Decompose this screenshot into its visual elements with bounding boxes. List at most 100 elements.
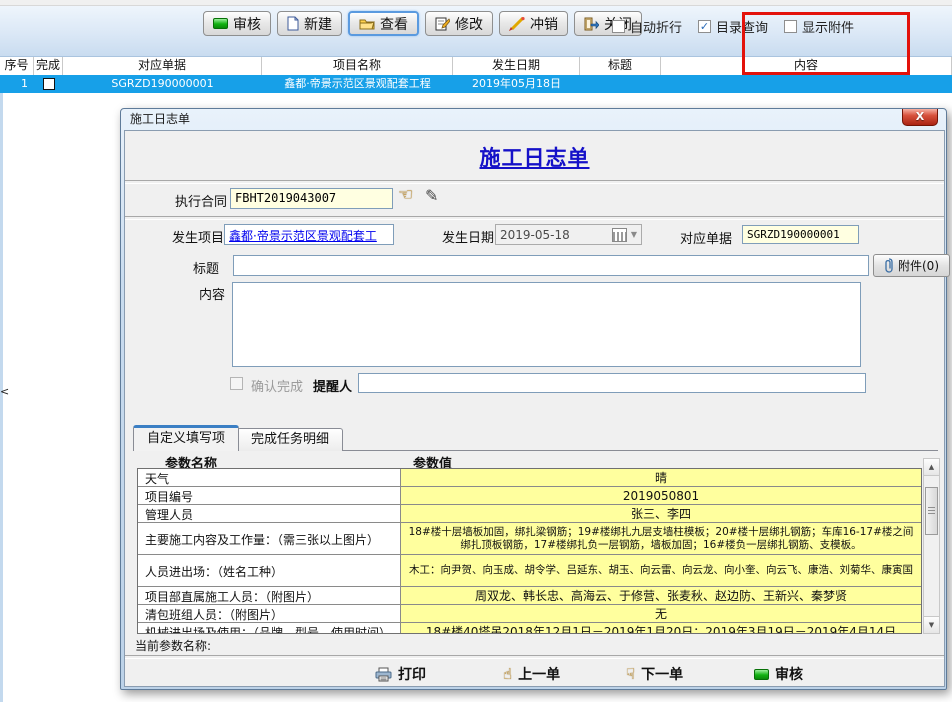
param-value[interactable]: 18#楼十层墙板加固，绑扎梁钢筋；19#楼绑扎九层支墙柱模板；20#楼十层绑扎钢… bbox=[401, 523, 921, 554]
paperclip-icon bbox=[884, 258, 894, 273]
attachment-button[interactable]: 附件(0) bbox=[873, 254, 950, 277]
param-name: 管理人员 bbox=[138, 505, 401, 522]
button-label: 查看 bbox=[380, 14, 408, 34]
separator bbox=[125, 216, 944, 220]
content-textarea[interactable] bbox=[232, 282, 861, 367]
new-doc-icon bbox=[287, 16, 299, 31]
view-button[interactable]: 查看 bbox=[348, 11, 419, 36]
scroll-down-icon[interactable]: ▼ bbox=[924, 616, 939, 633]
approve-footer-button[interactable]: 审核 bbox=[754, 662, 803, 686]
calendar-icon bbox=[612, 228, 627, 242]
reminder-input[interactable] bbox=[358, 373, 866, 393]
doc-number-label: 对应单据 bbox=[680, 228, 732, 247]
modify-button[interactable]: 修改 bbox=[425, 11, 493, 36]
date-label: 发生日期 bbox=[442, 227, 494, 246]
title-input[interactable] bbox=[233, 255, 869, 276]
grid-column-header[interactable]: 内容 bbox=[661, 57, 952, 75]
edit-pencil-icon[interactable]: ✎ bbox=[425, 186, 438, 205]
panel-collapse-chevron-icon[interactable]: < bbox=[0, 386, 9, 397]
doc-number-field[interactable]: SGRZD190000001 bbox=[742, 225, 859, 244]
param-name: 天气 bbox=[138, 469, 401, 486]
param-row[interactable]: 项目部直属施工人员：（附图片）周双龙、韩长忠、高海云、于修营、张麦秋、赵边防、王… bbox=[138, 587, 921, 605]
grid-column-header[interactable]: 序号 bbox=[0, 57, 34, 75]
checkbox-box[interactable]: ✓ bbox=[698, 20, 711, 33]
param-value[interactable]: 木工：向尹贺、向玉成、胡令学、吕延东、胡玉、向云雷、向云龙、向小奎、向云飞、康浩… bbox=[401, 555, 921, 586]
toolbar-buttons: 审核新建查看修改冲销关闭 bbox=[203, 11, 642, 36]
toolbar-checkboxes: 自动折行 ✓目录查询 显示附件 bbox=[612, 17, 854, 36]
button-label: 上一单 bbox=[518, 664, 560, 684]
param-row[interactable]: 主要施工内容及工作量：（需三张以上图片）18#楼十层墙板加固，绑扎梁钢筋；19#… bbox=[138, 523, 921, 555]
row-content bbox=[661, 75, 952, 93]
grid-column-header[interactable]: 完成 bbox=[34, 57, 63, 75]
param-name: 机械进出场及使用：（品牌、型号、使用时间） bbox=[138, 623, 401, 634]
chevron-down-icon[interactable]: ▼ bbox=[631, 230, 637, 239]
param-row[interactable]: 管理人员张三、李四 bbox=[138, 505, 921, 523]
grid-selected-row[interactable]: 1SGRZD190000001鑫都·帝景示范区景观配套工程2019年05月18日 bbox=[0, 75, 952, 93]
param-table: 天气晴项目编号2019050801管理人员张三、李四主要施工内容及工作量：（需三… bbox=[137, 468, 922, 634]
dialog-close-button[interactable]: X bbox=[902, 109, 938, 126]
grid-column-header[interactable]: 标题 bbox=[580, 57, 661, 75]
tab-task-detail[interactable]: 完成任务明细 bbox=[237, 428, 343, 451]
param-value[interactable]: 周双龙、韩长忠、高海云、于修营、张麦秋、赵边防、王新兴、秦梦贤 bbox=[401, 587, 921, 604]
open-folder-icon bbox=[359, 17, 375, 30]
param-value[interactable]: 18#楼40塔吊2018年12月1日－2019年1月20日；2019年3月19日… bbox=[401, 623, 921, 634]
checkbox-box[interactable] bbox=[784, 20, 797, 33]
previous-record-button[interactable]: ☝上一单 bbox=[503, 662, 560, 686]
row-done-checkbox[interactable] bbox=[34, 75, 63, 93]
param-name: 人员进出场：（姓名工种） bbox=[138, 555, 401, 586]
contract-field[interactable]: FBHT2019043007 bbox=[230, 188, 393, 209]
param-value[interactable]: 2019050801 bbox=[401, 487, 921, 504]
checkbox-box[interactable] bbox=[612, 20, 625, 33]
title-label: 标题 bbox=[193, 258, 219, 277]
param-row[interactable]: 天气晴 bbox=[138, 469, 921, 487]
button-label: 修改 bbox=[455, 14, 483, 34]
button-label: 打印 bbox=[398, 664, 426, 684]
row-seq: 1 bbox=[0, 75, 34, 93]
grid-column-header[interactable]: 对应单据 bbox=[63, 57, 262, 75]
param-row[interactable]: 项目编号2019050801 bbox=[138, 487, 921, 505]
grid-column-header[interactable]: 项目名称 bbox=[262, 57, 453, 75]
date-value: 2019-05-18 bbox=[500, 228, 612, 242]
checkbox-label: 显示附件 bbox=[802, 17, 854, 36]
print-button[interactable]: 打印 bbox=[375, 662, 426, 686]
grid-column-header[interactable]: 发生日期 bbox=[453, 57, 580, 75]
content-label: 内容 bbox=[199, 284, 225, 303]
tab-custom-fields[interactable]: 自定义填写项 bbox=[133, 425, 239, 451]
scroll-up-icon[interactable]: ▲ bbox=[924, 459, 939, 476]
param-value[interactable]: 无 bbox=[401, 605, 921, 622]
param-row[interactable]: 清包班组人员：（附图片）无 bbox=[138, 605, 921, 623]
reverse-icon bbox=[509, 17, 525, 31]
param-row[interactable]: 人员进出场：（姓名工种）木工：向尹贺、向玉成、胡令学、吕延东、胡玉、向云雷、向云… bbox=[138, 555, 921, 587]
scrollbar-thumb[interactable] bbox=[925, 487, 938, 535]
button-label: 审核 bbox=[233, 14, 261, 34]
button-label: 下一单 bbox=[641, 664, 683, 684]
new-button[interactable]: 新建 bbox=[277, 11, 342, 36]
form-heading: 施工日志单 bbox=[125, 142, 944, 172]
auto-wrap-checkbox[interactable]: 自动折行 bbox=[612, 17, 682, 36]
done-checkbox[interactable] bbox=[43, 78, 55, 90]
reverse-button[interactable]: 冲销 bbox=[499, 11, 568, 36]
project-label: 发生项目 bbox=[172, 227, 224, 246]
checkbox-label: 自动折行 bbox=[630, 17, 682, 36]
param-table-scrollbar[interactable]: ▲ ▼ bbox=[923, 458, 940, 634]
project-link[interactable]: 鑫都·帝景示范区景观配套工 bbox=[229, 229, 377, 243]
project-field[interactable]: 鑫都·帝景示范区景观配套工 bbox=[224, 224, 394, 245]
param-value[interactable]: 张三、李四 bbox=[401, 505, 921, 522]
param-name: 清包班组人员：（附图片） bbox=[138, 605, 401, 622]
next-record-button[interactable]: ☟下一单 bbox=[626, 662, 683, 686]
date-picker[interactable]: 2019-05-18 ▼ bbox=[495, 224, 642, 245]
param-row[interactable]: 机械进出场及使用：（品牌、型号、使用时间）18#楼40塔吊2018年12月1日－… bbox=[138, 623, 921, 634]
edit-icon bbox=[435, 16, 450, 31]
show-attachments-checkbox[interactable]: 显示附件 bbox=[784, 17, 854, 36]
main-toolbar: 审核新建查看修改冲销关闭 自动折行✓目录查询显示附件 bbox=[0, 6, 952, 57]
directory-query-checkbox[interactable]: ✓目录查询 bbox=[698, 17, 768, 36]
approve-button[interactable]: 审核 bbox=[203, 11, 271, 36]
row-project: 鑫都·帝景示范区景观配套工程 bbox=[262, 75, 453, 93]
param-value[interactable]: 晴 bbox=[401, 469, 921, 486]
row-title bbox=[580, 75, 661, 93]
lookup-hand-icon[interactable]: ☜ bbox=[398, 185, 413, 205]
dialog-titlebar[interactable]: 施工日志单 bbox=[121, 109, 946, 130]
param-name: 项目编号 bbox=[138, 487, 401, 504]
button-label: 冲销 bbox=[530, 14, 558, 34]
reminder-label: 提醒人 bbox=[313, 376, 352, 395]
